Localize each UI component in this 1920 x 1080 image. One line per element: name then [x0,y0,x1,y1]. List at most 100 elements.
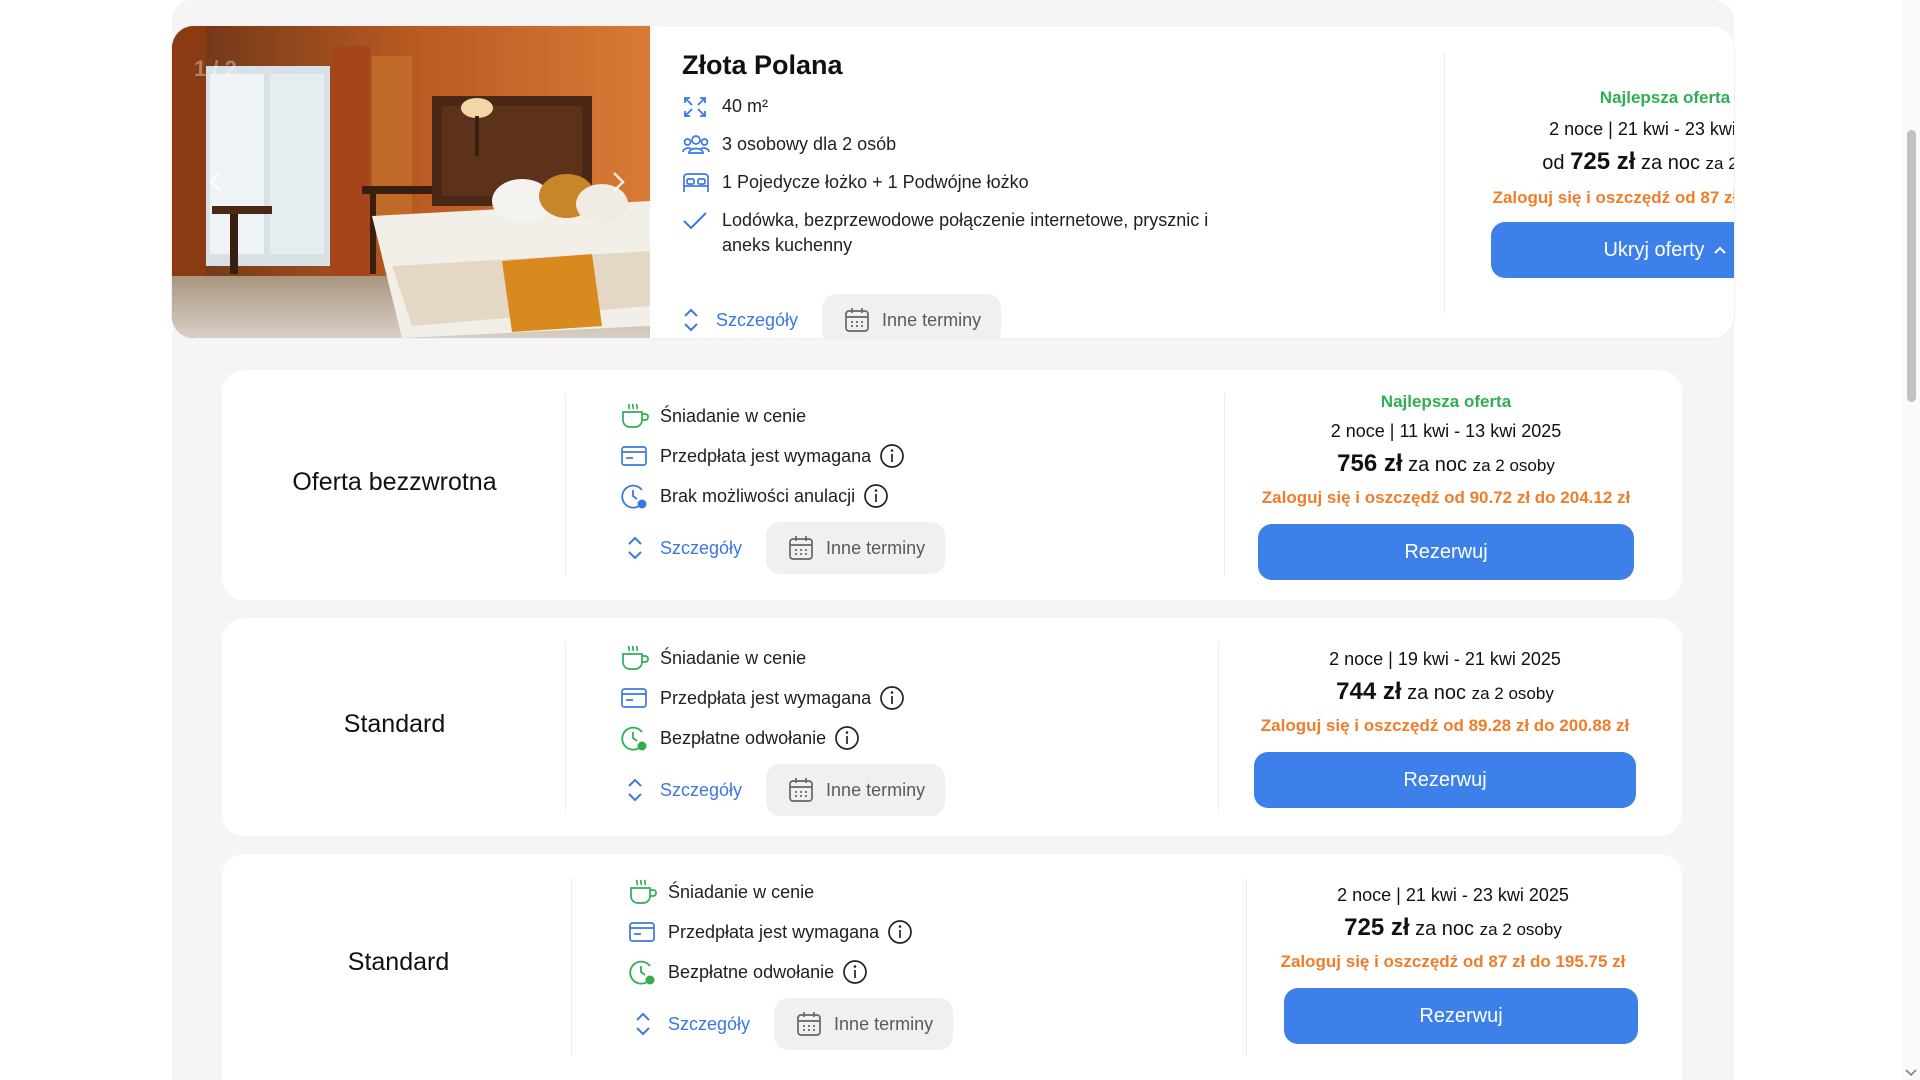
login-promo[interactable]: Zaloguj się i oszczędź od 90.72 zł do 20… [1228,486,1664,510]
login-promo[interactable]: Zaloguj się i oszczędź od 89.28 zł do 20… [1222,714,1668,738]
price-amount: 725 zł [1570,148,1636,175]
people-icon [682,132,712,157]
scroll-down-icon[interactable] [1905,1069,1917,1077]
offer-prepayment: Przedpłata jest wymagana [620,684,945,712]
room-card: 1 / 2 Złota Polana 40 m² 3 osobowy dla 2… [172,26,1734,338]
offer-other-dates-button[interactable]: Inne terminy [766,764,946,816]
calendar-icon [845,308,869,332]
offer-cancellation: Bezpłatne odwołanie [628,958,953,986]
offer-price: 744 zł za noc za 2 osoby [1222,676,1668,710]
coffee-icon [620,644,650,672]
info-icon[interactable] [863,483,889,509]
room-size: 40 m² [682,94,1402,119]
offer-dates: 2 noce | 11 kwi - 13 kwi 2025 [1330,421,1562,441]
room-photo[interactable]: 1 / 2 [172,26,650,338]
room-divider [1444,52,1445,314]
expand-chevrons-icon [628,778,642,802]
offer-other-dates-label: Inne terminy [826,779,926,800]
offer-features: Śniadanie w cenie Przedpłata jest wymaga… [620,402,946,574]
offer-details-link[interactable]: Szczegóły [620,777,742,803]
offer-price: 756 zł za noc za 2 osoby [1228,448,1664,482]
offer-cancellation-text: Bezpłatne odwołanie [660,727,827,748]
offer-cancellation: Brak możliwości anulacji [620,482,945,510]
offer-breakfast-text: Śniadanie w cenie [660,647,807,668]
offer-other-dates-button[interactable]: Inne terminy [766,522,946,574]
room-other-dates-button[interactable]: Inne terminy [822,294,1002,338]
offer-details-label: Szczegóły [660,779,743,800]
price-amount: 744 zł [1336,678,1402,705]
info-icon[interactable] [887,919,913,945]
book-button[interactable]: Rezerwuj [1284,988,1638,1044]
info-icon[interactable] [842,959,868,985]
credit-card-icon [628,918,658,946]
offer-name: Standard [347,948,450,976]
book-button-label: Rezerwuj [1419,1004,1503,1027]
photo-next-icon[interactable] [604,168,632,196]
price-persons: za 2 osoby [1472,456,1555,475]
offer-card: Standard Śniadanie w cenie Przedpłata je… [222,854,1682,1080]
info-icon[interactable] [879,685,905,711]
room-capacity-text: 3 osobowy dla 2 osób [722,134,897,154]
scrollbar-thumb[interactable] [1907,130,1916,402]
best-offer-label: Najlepsza oferta [1599,88,1731,107]
room-photo-image [172,26,650,338]
offer-name: Standard [343,710,446,738]
offer-name: Oferta bezzwrotna [292,468,497,496]
offer-actions: Szczegóły Inne terminy [620,522,946,574]
room-title: Złota Polana [682,50,843,80]
price-per-night: za noc [1407,682,1467,704]
price-per-night: za noc [1408,454,1468,476]
offer-cancellation: Bezpłatne odwołanie [620,724,945,752]
price-per-night: za noc [1641,152,1700,174]
offer-price-divider [1218,642,1219,812]
price-persons: za 2 osoby [1479,920,1562,939]
offer-actions: Szczegóły Inne terminy [628,998,954,1050]
price-per-night: za noc [1415,918,1475,940]
info-icon[interactable] [834,725,860,751]
price-persons: za 2 osoby [1705,154,1734,173]
credit-card-icon [620,684,650,712]
credit-card-icon [620,442,650,470]
offer-breakfast: Śniadanie w cenie [620,644,945,672]
photo-prev-icon[interactable] [202,168,230,196]
offer-prepayment: Przedpłata jest wymagana [620,442,945,470]
expand-chevrons-icon [684,308,698,332]
book-button-label: Rezerwuj [1403,768,1487,791]
offer-details-link[interactable]: Szczegóły [628,1011,750,1037]
offer-other-dates-button[interactable]: Inne terminy [774,998,954,1050]
offer-price: 725 zł za noc za 2 osoby [1250,912,1656,946]
room-other-dates-label: Inne terminy [882,309,982,330]
offer-breakfast-text: Śniadanie w cenie [660,405,807,426]
expand-chevrons-icon [628,536,642,560]
offer-features: Śniadanie w cenie Przedpłata jest wymaga… [620,644,946,816]
check-icon [682,208,712,233]
offer-prepayment-text: Przedpłata jest wymagana [660,687,872,708]
room-details-link[interactable]: Szczegóły [682,307,798,333]
price-amount: 725 zł [1344,914,1410,941]
book-button[interactable]: Rezerwuj [1254,752,1636,808]
room-actions: Szczegóły Inne terminy [682,294,1002,338]
offer-details-label: Szczegóły [660,537,743,558]
offer-price-divider [1246,878,1247,1056]
login-promo[interactable]: Zaloguj się i oszczędź od 87 zł do 195.7… [1448,186,1734,210]
info-icon[interactable] [879,443,905,469]
scrollbar-track[interactable] [1902,0,1920,1080]
offer-dates: 2 noce | 19 kwi - 21 kwi 2025 [1329,649,1561,669]
offer-prepayment: Przedpłata jest wymagana [628,918,953,946]
coffee-icon [620,402,650,430]
room-beds-text: 1 Pojedycze łożko + 1 Podwójne łożko [722,172,1029,192]
login-promo[interactable]: Zaloguj się i oszczędź od 87 zł do 195.7… [1250,950,1656,974]
book-button[interactable]: Rezerwuj [1258,524,1634,580]
offer-prepayment-text: Przedpłata jest wymagana [668,921,880,942]
price-persons: za 2 osoby [1471,684,1554,703]
hide-offers-label: Ukryj oferty [1603,238,1705,261]
chevron-up-icon [1713,246,1726,254]
hide-offers-button[interactable]: Ukryj oferty [1491,222,1734,278]
clock-blue-icon [620,482,650,510]
offer-divider [571,878,572,1056]
offer-other-dates-label: Inne terminy [834,1013,934,1034]
offer-details-link[interactable]: Szczegóły [620,535,742,561]
room-capacity: 3 osobowy dla 2 osób [682,132,1402,157]
offer-card: Standard Śniadanie w cenie Przedpłata je… [222,618,1682,836]
room-details-label: Szczegóły [716,309,799,330]
